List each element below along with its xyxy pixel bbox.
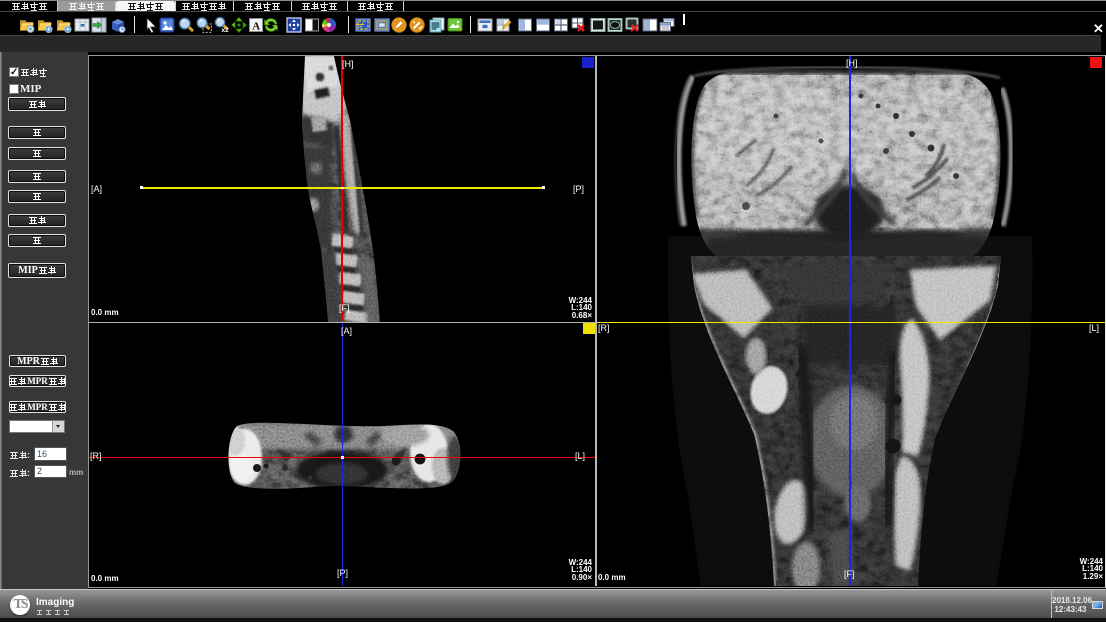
svg-text:x2: x2 bbox=[222, 27, 230, 33]
svg-text:A: A bbox=[252, 20, 260, 32]
